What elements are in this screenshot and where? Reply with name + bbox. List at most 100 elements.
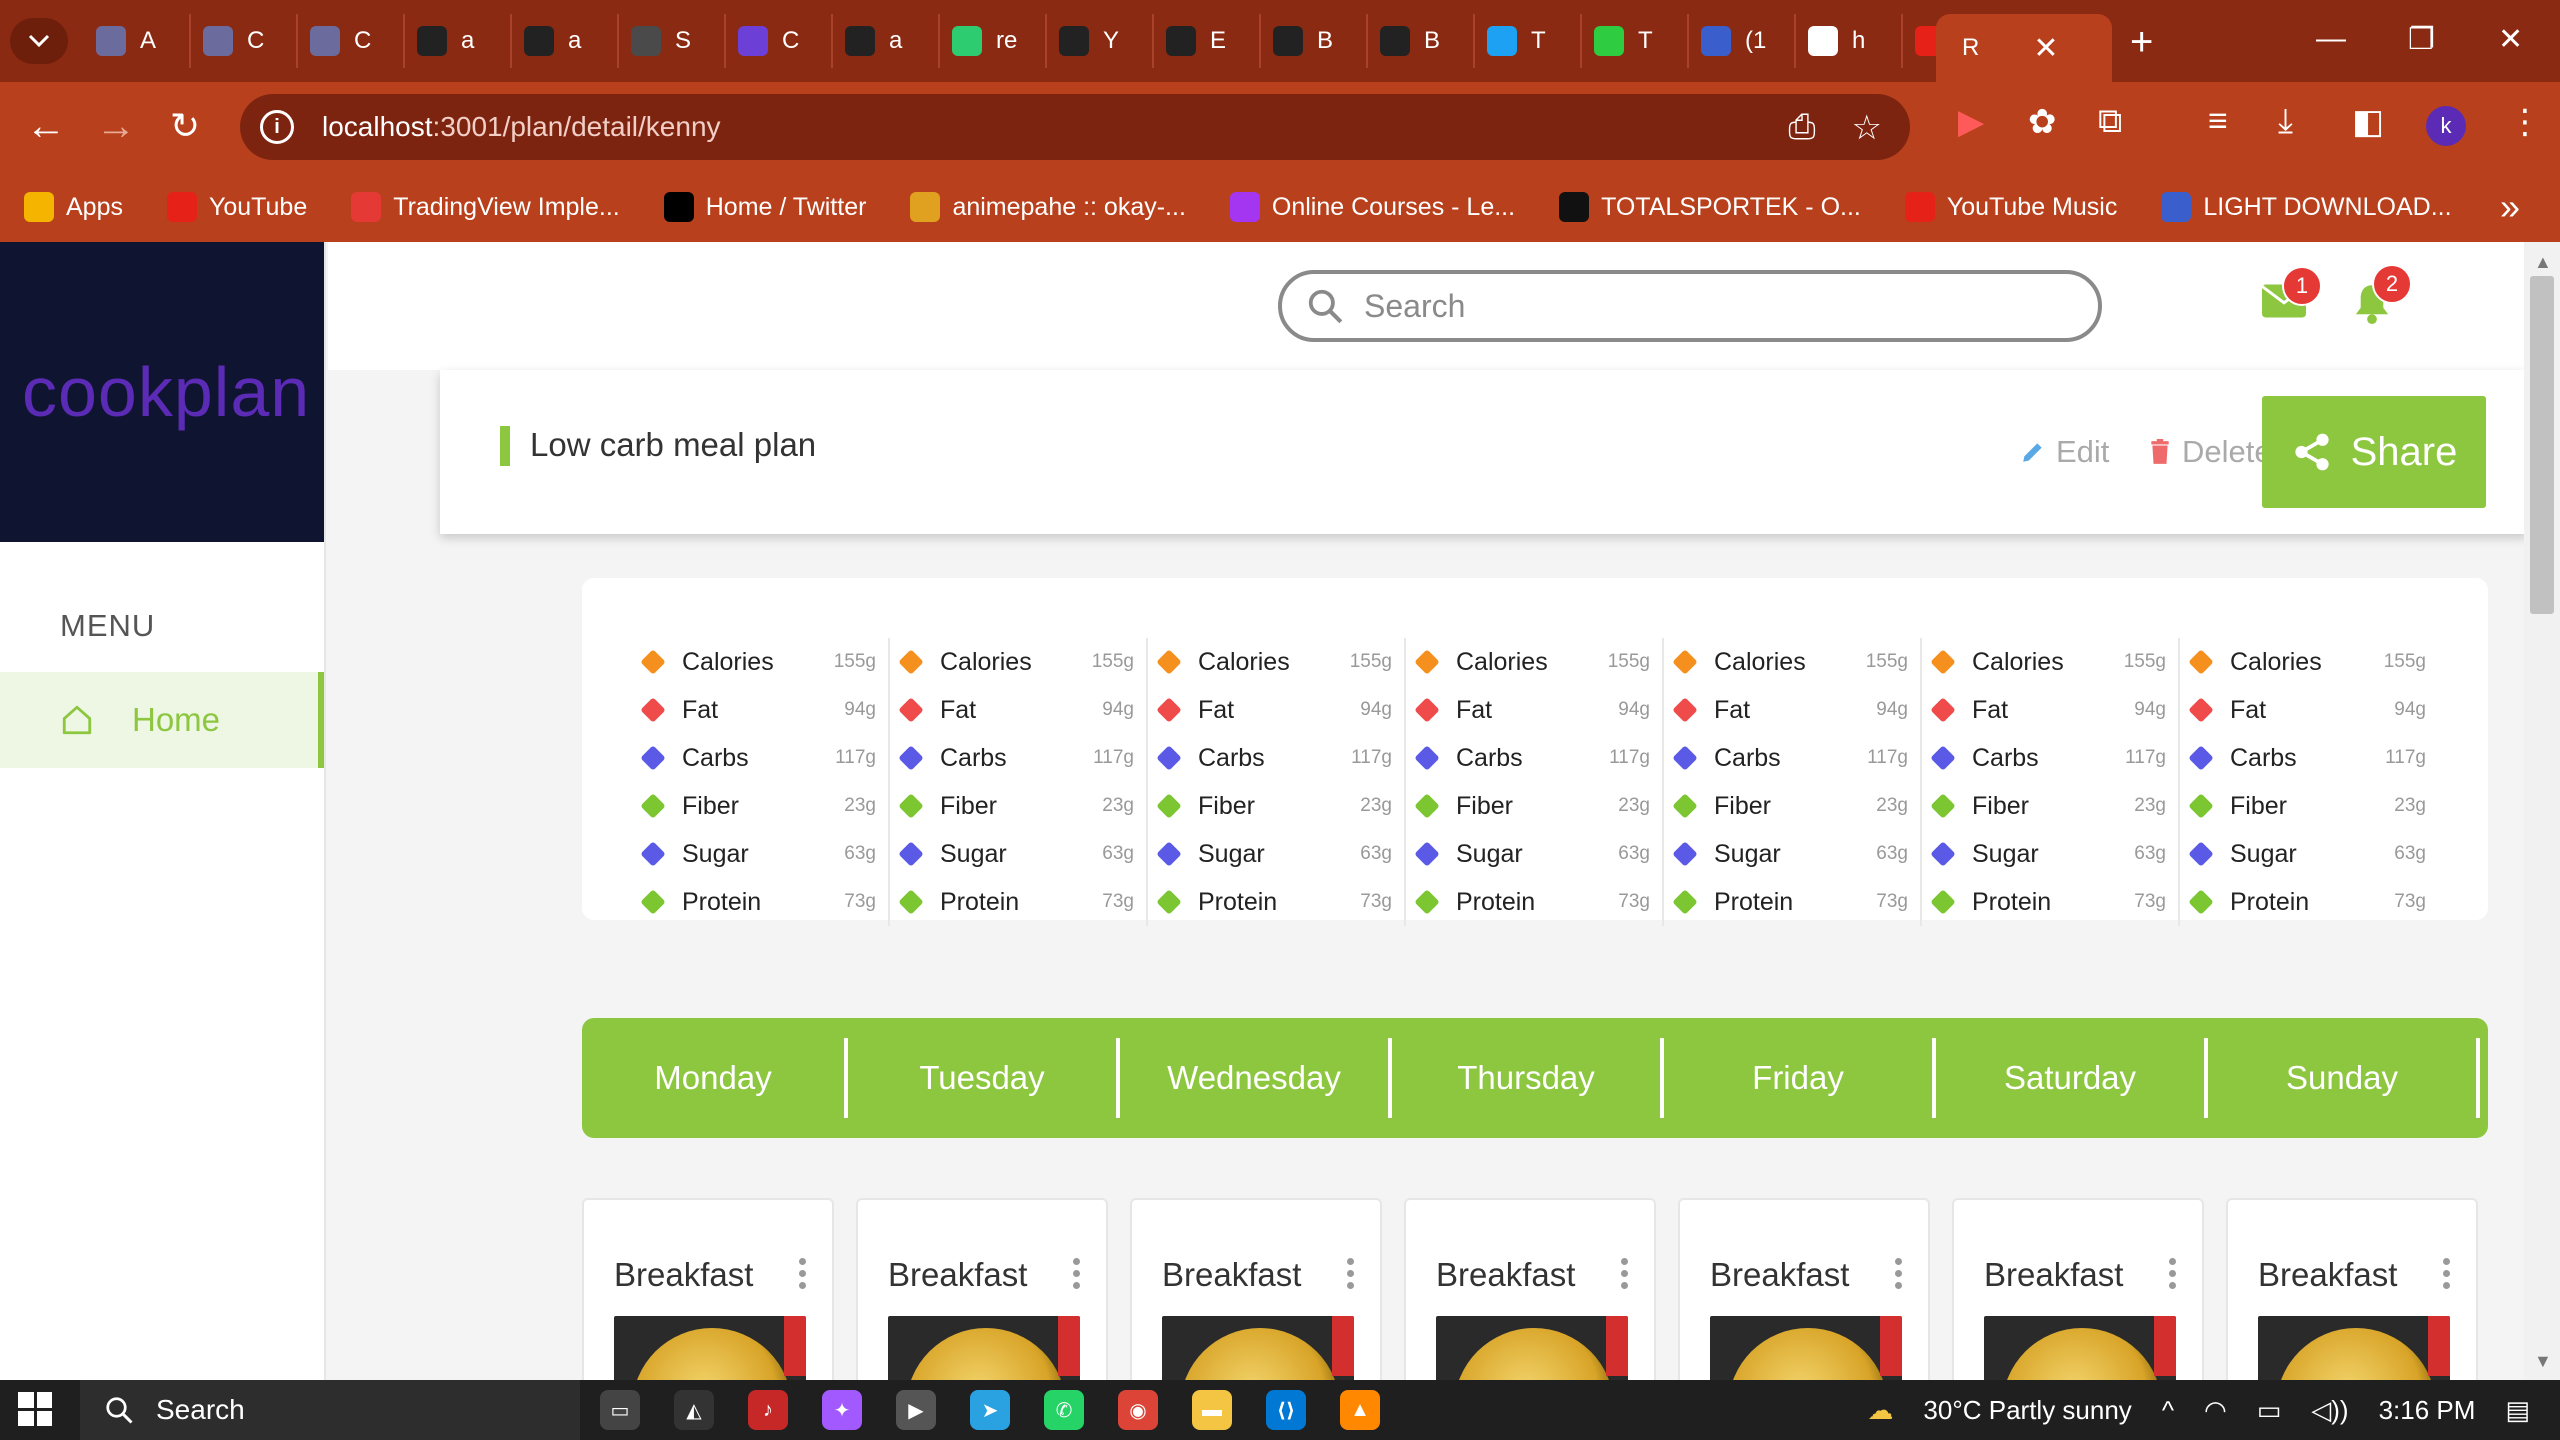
meal-image[interactable] (888, 1316, 1080, 1380)
close-window-button[interactable]: ✕ (2498, 22, 2523, 57)
bookmark-item[interactable]: YouTube Music (1904, 192, 2117, 222)
bookmark-item[interactable]: YouTube (166, 192, 307, 222)
browser-tab[interactable]: h (1796, 14, 1903, 68)
tab-day-thursday[interactable]: Thursday (1392, 1038, 1664, 1118)
meal-card[interactable]: Breakfast (1952, 1198, 2204, 1380)
browser-tab[interactable]: A (84, 14, 191, 68)
meal-image[interactable] (1436, 1316, 1628, 1380)
figma-icon[interactable]: ✦ (822, 1390, 862, 1430)
scroll-down-icon[interactable]: ▼ (2534, 1351, 2552, 1372)
browser-tab[interactable]: Y (1047, 14, 1154, 68)
battery-icon[interactable]: ▭ (2257, 1395, 2282, 1426)
meal-card[interactable]: Breakfast (1130, 1198, 1382, 1380)
file-explorer-icon[interactable]: ▬ (1192, 1390, 1232, 1430)
notifications-center-icon[interactable]: ▤ (2505, 1395, 2530, 1426)
clock[interactable]: 3:16 PM (2379, 1395, 2476, 1426)
more-options-icon[interactable] (1073, 1258, 1080, 1289)
tab-day-sunday[interactable]: Sunday (2208, 1038, 2480, 1118)
meal-image[interactable] (1710, 1316, 1902, 1380)
browser-tab[interactable]: C (726, 14, 833, 68)
taskbar-search[interactable]: Search (80, 1380, 580, 1440)
bookmark-item[interactable]: TradingView Imple... (351, 192, 620, 222)
meal-image[interactable] (1162, 1316, 1354, 1380)
bookmark-item[interactable]: Apps (24, 192, 123, 222)
meal-card[interactable]: Breakfast (1678, 1198, 1930, 1380)
more-options-icon[interactable] (1895, 1258, 1902, 1289)
more-options-icon[interactable] (2169, 1258, 2176, 1289)
more-bookmarks-icon[interactable]: » (2500, 186, 2520, 228)
extensions-puzzle-icon[interactable]: ⧉ (2098, 102, 2122, 141)
sidebar-item-home[interactable]: Home (0, 672, 324, 768)
tab-day-wednesday[interactable]: Wednesday (1120, 1038, 1392, 1118)
bookmark-item[interactable]: animepahe :: okay-... (910, 192, 1186, 222)
reload-button[interactable]: ↻ (170, 106, 200, 146)
volume-icon[interactable]: ◁)) (2311, 1395, 2348, 1426)
browser-menu-icon[interactable]: ⋮ (2508, 102, 2542, 142)
browser-tab[interactable]: re (940, 14, 1047, 68)
tab-day-friday[interactable]: Friday (1664, 1038, 1936, 1118)
downloads-icon[interactable]: ⤓ (2278, 102, 2293, 141)
browser-tab[interactable]: B (1368, 14, 1475, 68)
weather-text[interactable]: 30°C Partly sunny (1923, 1395, 2131, 1426)
forward-button[interactable]: → (96, 106, 136, 146)
bookmark-item[interactable]: Online Courses - Le... (1229, 192, 1515, 222)
extension-puzzle-red-icon[interactable]: ✿ (2028, 102, 2057, 142)
browser-tab[interactable]: C (191, 14, 298, 68)
browser-tab[interactable]: B (1261, 14, 1368, 68)
browser-tab[interactable]: T (1475, 14, 1582, 68)
page-scrollbar[interactable]: ▲ ▼ (2524, 242, 2560, 1380)
side-panel-icon[interactable]: ◧ (2352, 102, 2384, 142)
tab-day-saturday[interactable]: Saturday (1936, 1038, 2208, 1118)
browser-tab[interactable]: C (298, 14, 405, 68)
browser-tab[interactable]: a (833, 14, 940, 68)
browser-tab[interactable]: a (512, 14, 619, 68)
share-button[interactable]: Share (2262, 396, 2486, 508)
back-button[interactable]: ← (26, 106, 66, 146)
weather-icon[interactable]: ☁ (1867, 1395, 1893, 1426)
meal-card[interactable]: Breakfast (2226, 1198, 2478, 1380)
whatsapp-icon[interactable]: ✆ (1044, 1390, 1084, 1430)
more-options-icon[interactable] (799, 1258, 806, 1289)
search-box[interactable] (1278, 270, 2102, 342)
minimize-button[interactable]: — (2316, 22, 2346, 56)
profile-avatar[interactable]: k (2426, 106, 2466, 146)
vscode-icon[interactable]: ⟨⟩ (1266, 1390, 1306, 1430)
meal-card[interactable]: Breakfast (856, 1198, 1108, 1380)
delete-button[interactable]: Delete (2148, 434, 2272, 470)
address-bar[interactable]: i localhost:3001/plan/detail/kenny ⎙ ☆ (240, 94, 1910, 160)
tab-search-button[interactable] (10, 18, 68, 64)
app-icon[interactable]: ◭ (674, 1390, 714, 1430)
reading-list-icon[interactable]: ≡ (2208, 102, 2228, 141)
tab-day-monday[interactable]: Monday (582, 1038, 848, 1118)
edit-button[interactable]: Edit (2020, 434, 2109, 470)
meal-image[interactable] (2258, 1316, 2450, 1380)
brand-logo[interactable]: cookplan (0, 242, 324, 542)
browser-tab[interactable]: (1 (1689, 14, 1796, 68)
bookmark-item[interactable]: LIGHT DOWNLOAD... (2161, 192, 2452, 222)
search-input[interactable] (1364, 287, 2004, 325)
active-tab[interactable]: R ✕ (1936, 14, 2112, 82)
windows-start-icon[interactable] (18, 1392, 52, 1426)
scroll-up-icon[interactable]: ▲ (2534, 252, 2552, 273)
notifications-button[interactable]: 2 (2352, 264, 2412, 329)
install-app-icon[interactable]: ⎙ (1788, 108, 1815, 148)
more-options-icon[interactable] (1621, 1258, 1628, 1289)
browser-tab[interactable]: a (405, 14, 512, 68)
task-view-icon[interactable]: ▭ (600, 1390, 640, 1430)
extension-video-icon[interactable]: ▶ (1958, 102, 1984, 142)
more-options-icon[interactable] (2443, 1258, 2450, 1289)
site-info-icon[interactable]: i (260, 110, 294, 144)
bookmark-item[interactable]: Home / Twitter (663, 192, 866, 222)
tray-chevron-up-icon[interactable]: ^ (2162, 1395, 2174, 1426)
wifi-icon[interactable]: ◠ (2204, 1395, 2227, 1426)
browser-tab[interactable]: T (1582, 14, 1689, 68)
restore-button[interactable]: ❐ (2408, 22, 2435, 57)
bookmark-star-icon[interactable]: ☆ (1852, 108, 1882, 148)
bookmark-item[interactable]: TOTALSPORTEK - O... (1559, 192, 1861, 222)
media-app-icon[interactable]: ♪ (748, 1390, 788, 1430)
meal-card[interactable]: Breakfast (582, 1198, 834, 1380)
more-options-icon[interactable] (1347, 1258, 1354, 1289)
mail-button[interactable]: 1 (2261, 266, 2322, 323)
media-player-icon[interactable]: ▶ (896, 1390, 936, 1430)
browser-tab[interactable]: E (1154, 14, 1261, 68)
